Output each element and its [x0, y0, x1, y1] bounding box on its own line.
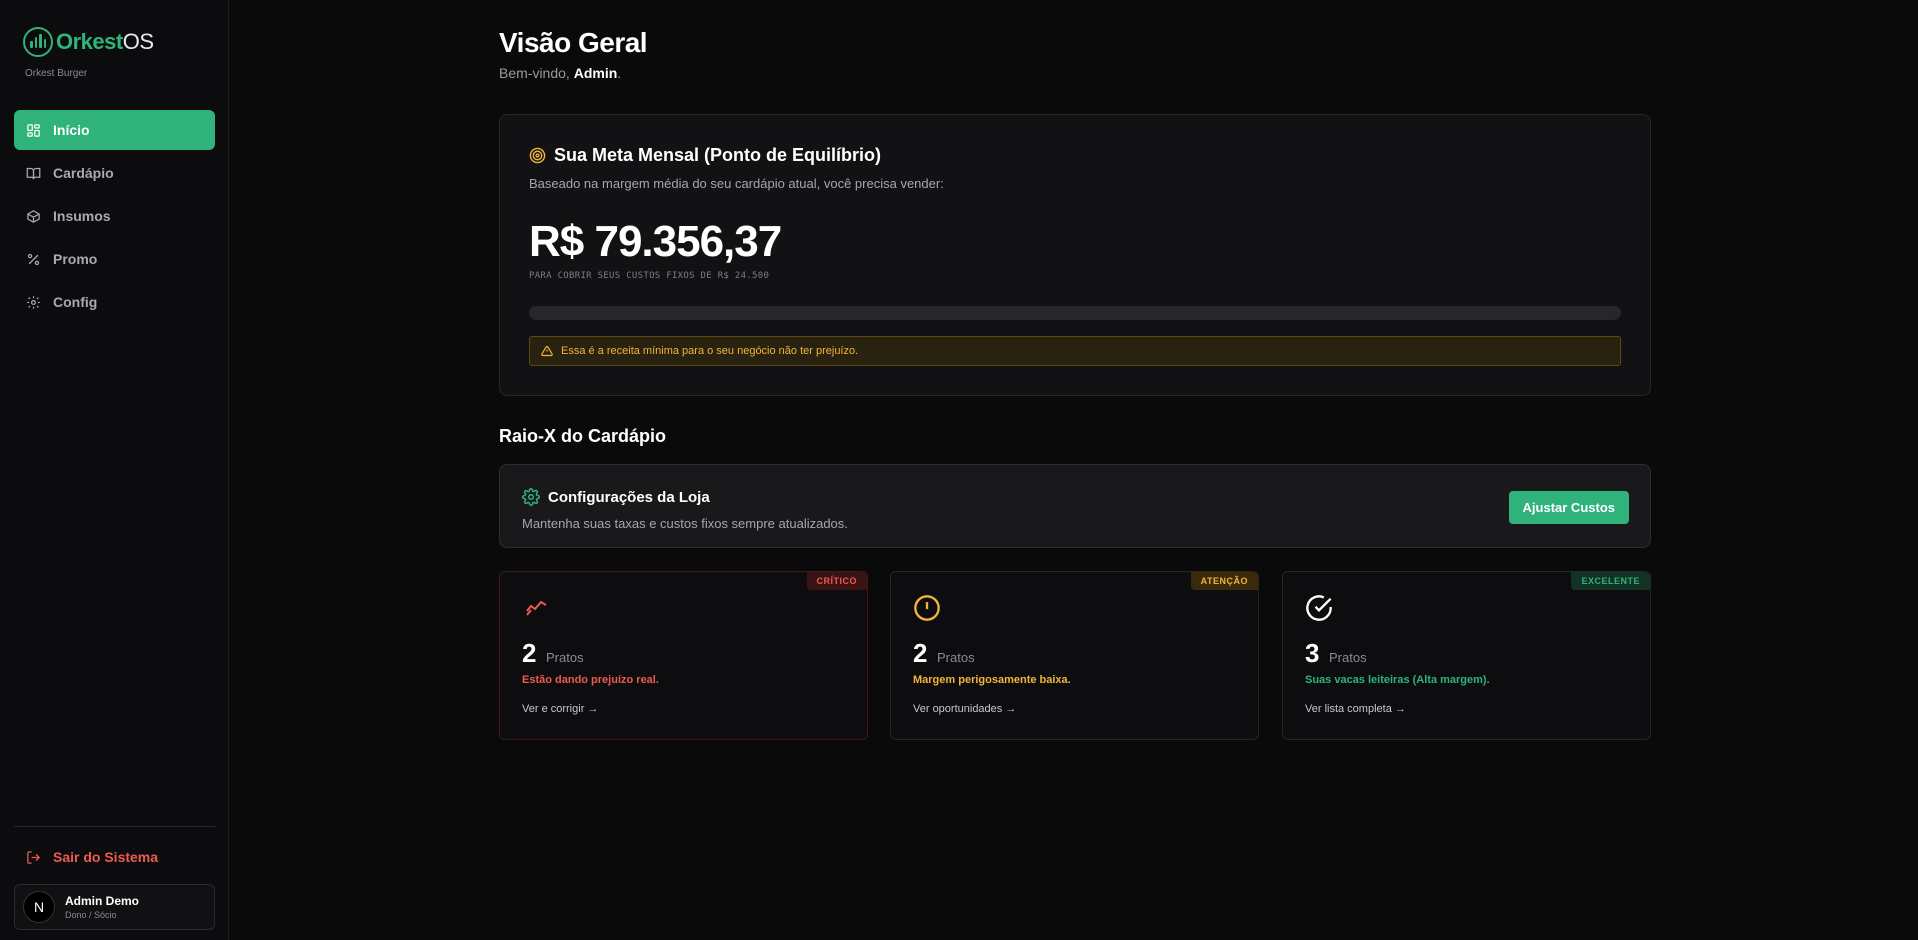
welcome-prefix: Bem-vindo, — [499, 65, 574, 81]
logo-text-part2: OS — [122, 29, 154, 54]
goal-header: Sua Meta Mensal (Ponto de Equilíbrio) — [529, 145, 881, 166]
logo-bars-icon — [23, 27, 53, 57]
status-badge: EXCELENTE — [1571, 572, 1650, 590]
stat-card-excellent: EXCELENTE 3 Pratos Suas vacas leiteiras … — [1282, 571, 1651, 740]
store-name: Orkest Burger — [25, 68, 88, 79]
check-circle-icon — [1306, 595, 1332, 621]
stat-card-attention: ATENÇÃO 2 Pratos Margem perigosamente ba… — [890, 571, 1259, 740]
config-header: Configurações da Loja — [522, 488, 710, 506]
sidebar-item-label: Cardápio — [53, 165, 114, 181]
user-role: Dono / Sócio — [65, 910, 117, 920]
stat-count: 2 — [913, 638, 928, 668]
stat-card-critical: CRÍTICO 2 Pratos Estão dando prejuízo re… — [499, 571, 868, 740]
user-name: Admin Demo — [65, 894, 140, 908]
sidebar-item-insumos[interactable]: Insumos — [14, 196, 215, 236]
sidebar-nav: Início Cardápio Insumos Promo Config — [14, 110, 215, 325]
stat-unit: Pratos — [1329, 650, 1367, 665]
logo-text: OrkestOS — [56, 29, 154, 55]
app-logo[interactable]: OrkestOS — [23, 27, 154, 57]
section-title-xray: Raio-X do Cardápio — [499, 426, 667, 446]
monthly-goal-card: Sua Meta Mensal (Ponto de Equilíbrio) Ba… — [499, 114, 1651, 396]
goal-progress-bar — [529, 306, 1621, 320]
adjust-costs-button[interactable]: Ajustar Custos — [1508, 491, 1629, 524]
status-badge: CRÍTICO — [806, 572, 867, 590]
config-title: Configurações da Loja — [548, 488, 710, 506]
goal-subtitle: PARA COBRIR SEUS CUSTOS FIXOS DE R$ 24.5… — [529, 271, 770, 281]
logout-icon — [27, 850, 41, 864]
gear-icon — [522, 488, 540, 506]
stat-message: Suas vacas leiteiras (Alta margem). — [1305, 674, 1490, 686]
sidebar: OrkestOS Orkest Burger Início Cardápio I… — [0, 0, 229, 940]
trending-down-icon — [526, 600, 547, 616]
stat-count: 2 — [522, 638, 537, 668]
alert-circle-icon — [914, 595, 940, 621]
opportunities-link[interactable]: Ver oportunidades → — [913, 703, 1016, 715]
goal-warning-text: Essa é a receita mínima para o seu negóc… — [561, 345, 859, 357]
stat-unit: Pratos — [937, 650, 975, 665]
warning-icon — [541, 345, 553, 357]
goal-warning: Essa é a receita mínima para o seu negóc… — [529, 336, 1621, 366]
welcome-text: Bem-vindo, Admin. — [499, 65, 621, 81]
sidebar-item-promo[interactable]: Promo — [14, 239, 215, 279]
percent-icon — [27, 253, 40, 265]
goal-title: Sua Meta Mensal (Ponto de Equilíbrio) — [554, 145, 882, 165]
target-icon — [529, 147, 546, 164]
gear-icon — [27, 295, 40, 309]
sidebar-item-label: Promo — [53, 251, 98, 267]
stat-message: Margem perigosamente baixa. — [913, 674, 1071, 686]
package-icon — [27, 209, 40, 223]
sidebar-item-label: Insumos — [53, 208, 111, 224]
user-profile-card[interactable]: N Admin Demo Dono / Sócio — [14, 884, 215, 930]
logout-button[interactable]: Sair do Sistema — [26, 849, 158, 865]
goal-value: R$ 79.356,37 — [529, 217, 782, 266]
welcome-name: Admin — [573, 65, 618, 81]
config-description: Mantenha suas taxas e custos fixos sempr… — [522, 516, 848, 531]
welcome-suffix: . — [617, 65, 622, 81]
page-title: Visão Geral — [499, 27, 648, 58]
logo-text-part1: Orkest — [56, 29, 123, 54]
stat-count: 3 — [1305, 638, 1320, 668]
goal-description: Baseado na margem média do seu cardápio … — [529, 176, 944, 191]
logout-label: Sair do Sistema — [53, 849, 159, 865]
full-list-link[interactable]: Ver lista completa → — [1305, 703, 1406, 715]
sidebar-item-config[interactable]: Config — [14, 282, 215, 322]
sidebar-item-cardapio[interactable]: Cardápio — [14, 153, 215, 193]
stat-unit: Pratos — [546, 650, 584, 665]
sidebar-item-inicio[interactable]: Início — [14, 110, 215, 150]
fix-link[interactable]: Ver e corrigir → — [522, 703, 598, 715]
book-icon — [26, 167, 41, 179]
status-badge: ATENÇÃO — [1190, 572, 1258, 590]
sidebar-divider — [14, 826, 215, 827]
avatar: N — [23, 891, 55, 923]
sidebar-item-label: Início — [53, 122, 90, 138]
grid-icon — [27, 123, 40, 137]
store-config-card: Configurações da Loja Mantenha suas taxa… — [499, 464, 1651, 548]
sidebar-item-label: Config — [53, 294, 98, 310]
stat-message: Estão dando prejuízo real. — [522, 674, 659, 686]
